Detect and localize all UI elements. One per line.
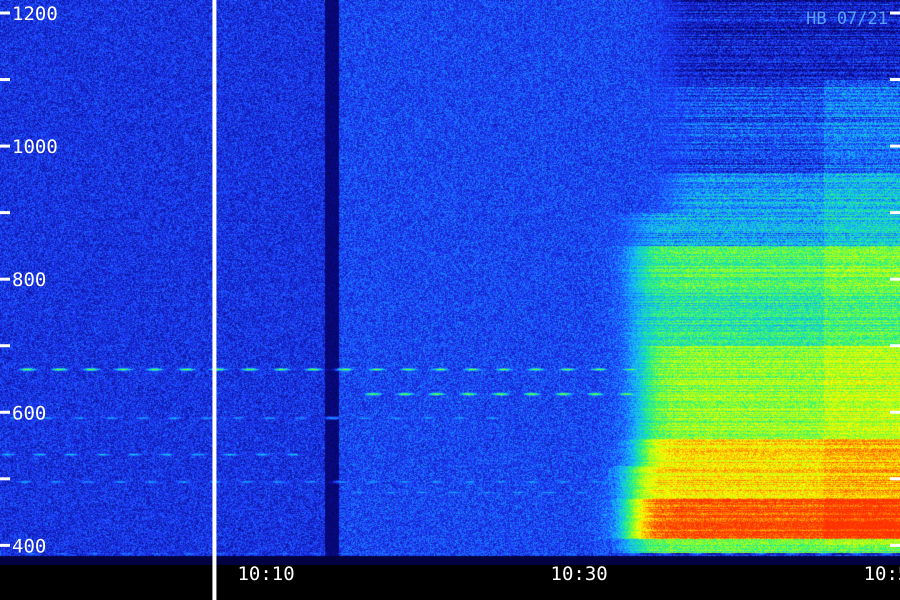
y-tick-mark: [0, 477, 10, 481]
x-tick-label: 10:10: [237, 563, 294, 585]
time-marker-line: [212, 0, 217, 600]
y-tick-mark: [0, 144, 10, 148]
y-tick-mark: [890, 144, 900, 148]
spectrogram-chart: 1200 1000 800 600 400 10:10 10:30 10:50 HB 07/…: [0, 0, 900, 600]
y-tick-mark: [0, 543, 10, 547]
y-tick-mark: [0, 277, 10, 281]
y-tick-mark: [890, 344, 900, 348]
x-tick-label: 10:50: [864, 563, 900, 585]
y-tick-mark: [0, 78, 10, 82]
y-tick-mark: [890, 277, 900, 281]
spectrogram-heatmap: [0, 0, 900, 565]
y-tick-mark: [0, 11, 10, 15]
y-tick-mark: [0, 344, 10, 348]
y-tick-mark: [0, 410, 10, 414]
y-tick-label: 1200: [12, 3, 58, 25]
y-tick-mark: [890, 11, 900, 15]
x-tick-label: 10:30: [551, 563, 608, 585]
x-axis-labels: 10:10 10:30 10:50: [237, 563, 900, 585]
y-tick-label: 600: [12, 402, 46, 424]
y-tick-label: 400: [12, 535, 46, 557]
y-tick-mark: [890, 211, 900, 215]
y-tick-mark: [890, 410, 900, 414]
y-tick-mark: [890, 477, 900, 481]
y-tick-label: 800: [12, 269, 46, 291]
corner-label: HB 07/21: [806, 9, 888, 29]
y-tick-mark: [0, 211, 10, 215]
y-tick-label: 1000: [12, 136, 58, 158]
y-tick-mark: [890, 78, 900, 82]
y-tick-mark: [890, 543, 900, 547]
